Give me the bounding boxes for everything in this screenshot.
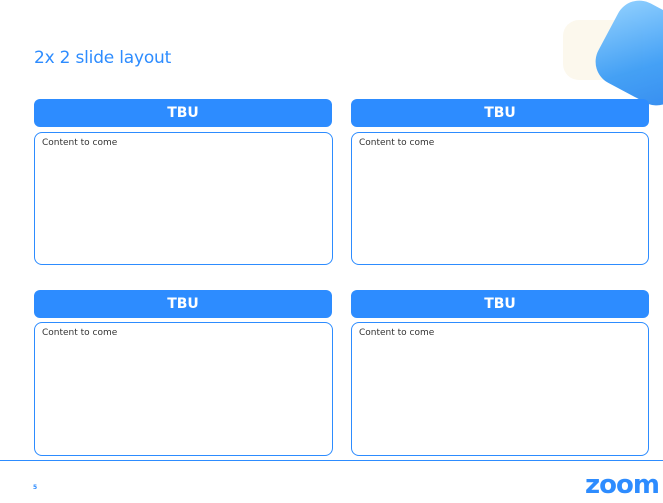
panel-header-top-left: TBU bbox=[34, 99, 332, 127]
decorative-shape bbox=[587, 0, 663, 114]
panel-header-bottom-right: TBU bbox=[351, 290, 649, 318]
zoom-logo: zoom bbox=[585, 470, 660, 500]
slide: 2x 2 slide layout TBU Content to come TB… bbox=[0, 0, 663, 503]
slide-title: 2x 2 slide layout bbox=[34, 48, 172, 68]
panel-header-bottom-left: TBU bbox=[34, 290, 332, 318]
page-number: 5 bbox=[33, 484, 38, 491]
footer-divider bbox=[0, 460, 663, 461]
panel-body-bottom-left: Content to come bbox=[34, 322, 333, 456]
panel-header-top-right: TBU bbox=[351, 99, 649, 127]
panel-body-bottom-right: Content to come bbox=[351, 322, 649, 456]
panel-body-top-left: Content to come bbox=[34, 132, 333, 265]
panel-body-top-right: Content to come bbox=[351, 132, 649, 265]
